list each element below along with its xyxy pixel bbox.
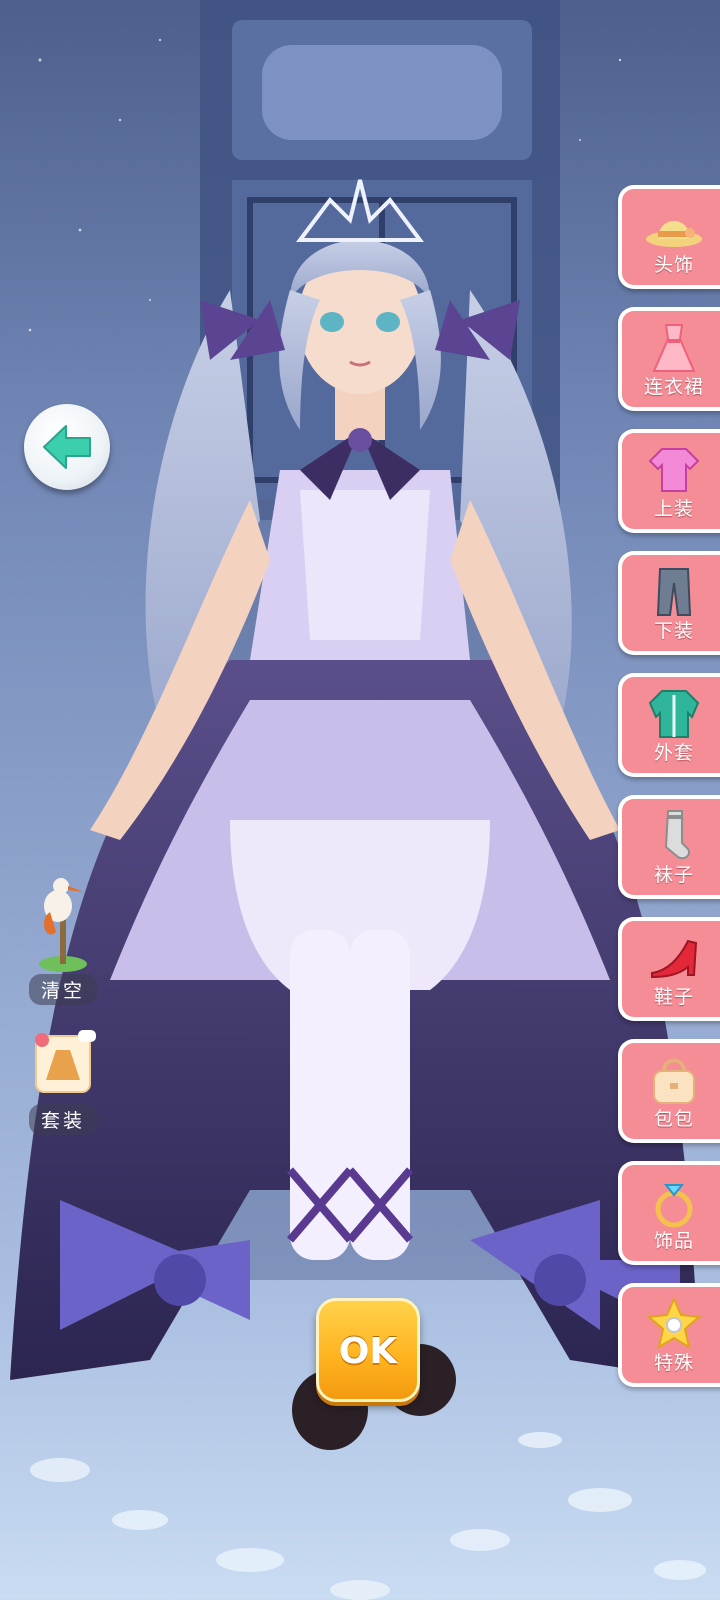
- tab-label: 包包: [653, 1108, 694, 1130]
- tab-coat[interactable]: 外套: [618, 673, 720, 777]
- tab-top[interactable]: 上装: [618, 429, 720, 533]
- hat-icon: [646, 221, 702, 247]
- ok-button[interactable]: OK: [316, 1298, 420, 1402]
- clear-label: 清空: [28, 974, 97, 1005]
- tab-bags[interactable]: 包包: [618, 1039, 720, 1143]
- tab-dress[interactable]: 连衣裙: [618, 307, 720, 411]
- tab-label: 上装: [653, 498, 694, 520]
- ring-icon: [655, 1184, 693, 1228]
- tab-label: 袜子: [653, 864, 694, 886]
- sock-icon: [664, 810, 690, 860]
- pants-icon: [656, 568, 692, 616]
- clear-tool[interactable]: 清空: [16, 872, 110, 1005]
- tab-accessories[interactable]: 饰品: [618, 1161, 720, 1265]
- arrow-left-icon: [43, 425, 91, 469]
- bird-stand-icon: [39, 878, 87, 972]
- star-icon: [646, 1297, 702, 1350]
- tab-shoes[interactable]: 鞋子: [618, 917, 720, 1021]
- outfit-tool[interactable]: 套装: [16, 1028, 110, 1135]
- dress-icon: [652, 324, 696, 372]
- tab-label: 连衣裙: [643, 376, 704, 398]
- tab-label: 头饰: [653, 254, 694, 276]
- coat-icon: [648, 690, 700, 738]
- top-icon: [648, 448, 700, 492]
- tab-socks[interactable]: 袜子: [618, 795, 720, 899]
- tab-label: 下装: [653, 620, 694, 642]
- tab-label: 外套: [653, 742, 694, 764]
- tab-headwear[interactable]: 头饰: [618, 185, 720, 289]
- tab-label: 特殊: [653, 1352, 694, 1374]
- heel-shoe-icon: [651, 939, 698, 979]
- tab-bottoms[interactable]: 下装: [618, 551, 720, 655]
- tab-special[interactable]: 特殊: [618, 1283, 720, 1387]
- outfit-card-icon: [35, 1030, 96, 1093]
- tab-label: 鞋子: [653, 986, 694, 1008]
- handbag-icon: [653, 1058, 695, 1104]
- ok-label: OK: [338, 1331, 398, 1372]
- back-button[interactable]: [24, 404, 110, 490]
- outfit-label: 套装: [28, 1104, 97, 1135]
- tab-label: 饰品: [653, 1230, 694, 1252]
